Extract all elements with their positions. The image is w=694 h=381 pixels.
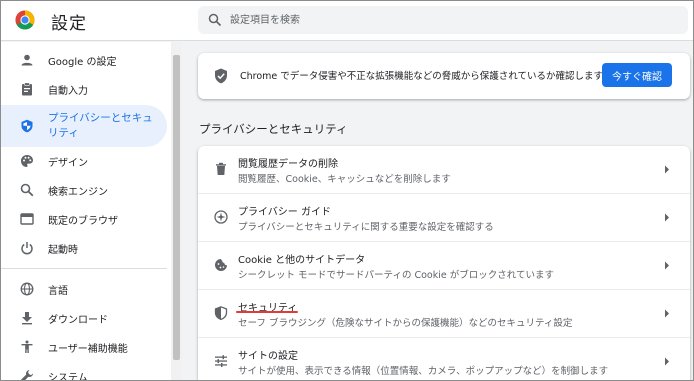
sidebar-item-autofill[interactable]: 自動入力 xyxy=(1,75,167,103)
sidebar-item-label: ユーザー補助機能 xyxy=(48,343,128,355)
sidebar-item-label: ダウンロード xyxy=(48,314,108,326)
row-security[interactable]: セキュリティ セーフ ブラウジング（危険なサイトからの保護機能）などのセキュリテ… xyxy=(198,290,690,337)
chevron-right-icon xyxy=(665,309,669,318)
row-site-settings[interactable]: サイトの設定 サイトが使用、表示できる情報（位置情報、カメラ、ポップアップなど）… xyxy=(198,338,690,380)
sidebar-item-label: デザイン xyxy=(48,157,88,169)
chevron-right-icon xyxy=(665,165,669,174)
sidebar-item-system[interactable]: システム xyxy=(1,362,167,381)
sidebar-item-privacy[interactable]: プライバシーとセキュリティ xyxy=(1,105,167,147)
sidebar-item-label: 既定のブラウザ xyxy=(48,215,118,227)
main-content: Chrome でデータ侵害や不正な拡張機能などの脅威から保護されているか確認しま… xyxy=(182,42,693,380)
row-title: 閲覧履歴データの削除 xyxy=(238,159,338,170)
sidebar-item-label: 言語 xyxy=(48,285,68,297)
browser-icon xyxy=(20,213,34,225)
search-bar[interactable] xyxy=(198,6,688,34)
chevron-right-icon xyxy=(665,357,669,366)
settings-window: 設定 Google の設定 自動入力 xyxy=(0,0,694,381)
sidebar-item-label: 検索エンジン xyxy=(48,186,108,198)
sliders-icon xyxy=(215,355,227,367)
power-icon xyxy=(21,242,33,255)
row-subtitle: サイトが使用、表示できる情報（位置情報、カメラ、ポップアップなど）を制御します xyxy=(238,366,609,377)
search-input[interactable] xyxy=(230,10,670,30)
search-icon xyxy=(208,13,222,27)
sidebar-item-google[interactable]: Google の設定 xyxy=(1,46,167,74)
sidebar-item-appearance[interactable]: デザイン xyxy=(1,147,167,175)
sidebar-divider xyxy=(1,268,167,269)
shield-check-icon xyxy=(215,68,227,84)
chrome-logo-icon xyxy=(15,10,35,30)
sidebar-item-label: 起動時 xyxy=(48,244,78,256)
row-title: プライバシー ガイド xyxy=(238,207,331,218)
top-bar: 設定 xyxy=(1,1,693,41)
sidebar-item-label: プライバシーとセキュリティ xyxy=(48,112,153,139)
row-title: サイトの設定 xyxy=(238,351,298,362)
sidebar-item-accessibility[interactable]: ユーザー補助機能 xyxy=(1,333,167,361)
search-icon xyxy=(20,183,34,197)
row-title: Cookie と他のサイトデータ xyxy=(238,255,366,266)
sidebar-item-search-engine[interactable]: 検索エンジン xyxy=(1,176,167,204)
cookie-icon xyxy=(215,259,227,271)
sidebar-item-default-browser[interactable]: 既定のブラウザ xyxy=(1,205,167,233)
check-now-button[interactable]: 今すぐ確認 xyxy=(602,63,672,87)
download-icon xyxy=(22,312,32,325)
globe-icon xyxy=(20,282,34,296)
accessibility-icon xyxy=(21,340,33,353)
palette-icon xyxy=(21,155,33,167)
sidebar-item-label: システム xyxy=(48,372,88,381)
wrench-icon xyxy=(21,370,33,380)
row-subtitle: シークレット モードでサードパーティの Cookie がブロックされています xyxy=(238,270,554,281)
row-clear-browsing-data[interactable]: 閲覧履歴データの削除 閲覧履歴、Cookie、キャッシュなどを削除します xyxy=(198,146,690,193)
safety-check-card: Chrome でデータ侵害や不正な拡張機能などの脅威から保護されているか確認しま… xyxy=(198,53,690,99)
row-privacy-guide[interactable]: プライバシー ガイド プライバシーとセキュリティに関する重要な設定を確認する xyxy=(198,194,690,241)
row-subtitle: セーフ ブラウジング（危険なサイトからの保護機能）などのセキュリティ設定 xyxy=(238,318,573,329)
row-subtitle: プライバシーとセキュリティに関する重要な設定を確認する xyxy=(238,222,494,233)
compass-icon xyxy=(214,210,228,224)
person-icon xyxy=(21,54,33,66)
sidebar-item-languages[interactable]: 言語 xyxy=(1,275,167,303)
shield-half-icon xyxy=(214,306,228,320)
sidebar-item-downloads[interactable]: ダウンロード xyxy=(1,304,167,332)
sidebar-item-on-startup[interactable]: 起動時 xyxy=(1,234,167,262)
sidebar: Google の設定 自動入力 プライバシーとセキュリティ デザイン 検索エンジ… xyxy=(1,42,171,381)
annotation-underline xyxy=(236,311,298,313)
safety-check-text: Chrome でデータ侵害や不正な拡張機能などの脅威から保護されているか確認しま… xyxy=(240,71,603,82)
chevron-right-icon xyxy=(665,261,669,270)
row-cookies[interactable]: Cookie と他のサイトデータ シークレット モードでサードパーティの Coo… xyxy=(198,242,690,289)
sidebar-item-label: 自動入力 xyxy=(48,85,88,97)
page-title: 設定 xyxy=(51,14,87,34)
chevron-right-icon xyxy=(665,213,669,222)
sidebar-scrollbar-thumb[interactable] xyxy=(173,55,180,360)
sidebar-item-label: Google の設定 xyxy=(48,56,117,68)
shield-icon xyxy=(21,119,33,133)
trash-icon xyxy=(216,162,226,175)
section-title: プライバシーとセキュリティ xyxy=(199,122,348,136)
privacy-settings-list: 閲覧履歴データの削除 閲覧履歴、Cookie、キャッシュなどを削除します プライ… xyxy=(198,146,690,380)
clipboard-icon xyxy=(22,82,32,96)
row-subtitle: 閲覧履歴、Cookie、キャッシュなどを削除します xyxy=(238,174,451,185)
